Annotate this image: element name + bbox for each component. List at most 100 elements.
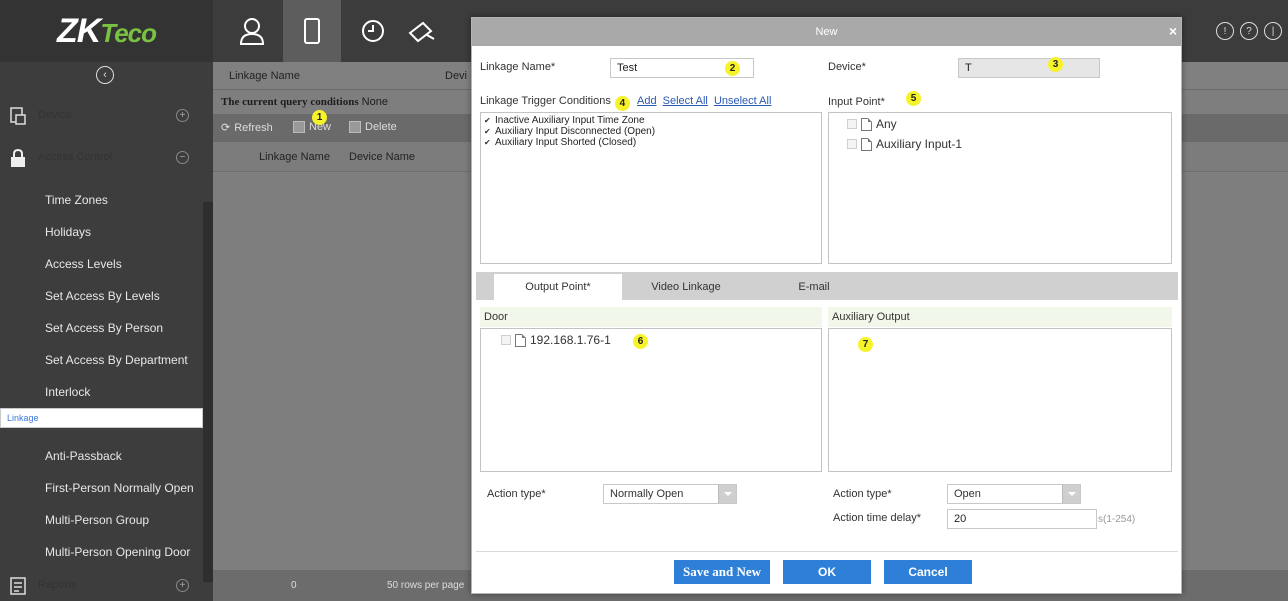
close-icon[interactable]: × [1169,24,1177,38]
sidebar-item-multi-person-opening-door[interactable]: Multi-Person Opening Door [0,536,203,568]
collapse-sidebar-icon[interactable]: ‹ [96,66,114,84]
sidebar-item-set-access-by-levels[interactable]: Set Access By Levels [0,280,203,312]
badge-4: 4 [614,96,630,111]
sidebar-item-linkage[interactable]: Linkage [0,408,203,428]
save-and-new-button[interactable]: Save and New [674,560,770,584]
door-icon[interactable] [283,0,341,62]
sidebar-item-interlock[interactable]: Interlock [0,376,203,408]
sidebar-reports-label: Reports [38,579,77,591]
sidebar-item-multi-person-group[interactable]: Multi-Person Group [0,504,203,536]
door-action-type-select[interactable]: Normally Open [603,484,737,504]
add-link[interactable]: Add [637,95,657,107]
new-button[interactable]: New [293,121,331,133]
info-icon[interactable]: ! [1216,22,1234,40]
unselect-all-link[interactable]: Unselect All [714,95,771,107]
power-icon[interactable]: | [1264,22,1282,40]
query-linkage-name-label: Linkage Name [229,70,300,82]
cancel-button[interactable]: Cancel [884,560,972,584]
check-icon: ✔ [484,115,491,125]
tree-checkbox[interactable] [847,119,857,129]
ok-button[interactable]: OK [783,560,871,584]
new-linkage-dialog: New × Linkage Name* Test 2 Device* T 3 L… [471,17,1182,594]
badge-2: 2 [725,61,740,76]
action-time-delay-range: s(1-254) [1098,514,1136,525]
badge-7: 7 [858,337,873,352]
check-icon: ✔ [484,126,491,136]
sidebar-scrollbar[interactable] [203,202,213,582]
trigger-item[interactable]: ✔ Auxiliary Input Disconnected (Open) [484,126,821,137]
door-tree: 192.168.1.76-1 6 [480,328,822,472]
sidebar-item-time-zones[interactable]: Time Zones [0,184,203,216]
trigger-conditions-list: ✔ Inactive Auxiliary Input Time Zone ✔ Aux… [480,112,822,264]
sidebar-item-access-levels[interactable]: Access Levels [0,248,203,280]
dialog-divider [476,551,1178,552]
tab-email[interactable]: E-mail [750,274,878,300]
query-conditions: The current query conditions None [221,96,388,108]
sidebar-item-first-person-normally-open[interactable]: First-Person Normally Open [0,472,203,504]
aux-output-tree: 7 [828,328,1172,472]
device-field[interactable]: T [958,58,1100,78]
person-icon[interactable] [235,14,269,48]
chevron-down-icon[interactable] [718,485,736,503]
sidebar-item-anti-passback[interactable]: Anti-Passback [0,440,203,472]
expand-icon[interactable]: + [176,109,189,122]
delete-icon [349,121,361,133]
output-tabs: Output Point* Video Linkage E-mail [476,272,1178,300]
expand-icon[interactable]: + [176,579,189,592]
clock-icon[interactable] [356,14,390,48]
badge-1: 1 [312,110,327,125]
chevron-down-icon[interactable] [1062,485,1080,503]
input-point-aux-1-label: Auxiliary Input-1 [876,137,963,151]
input-point-aux-1[interactable]: Auxiliary Input-1 [847,137,962,151]
device-label: Device* [828,61,866,73]
aux-action-type-select[interactable]: Open [947,484,1081,504]
door-item-label: 192.168.1.76-1 [530,333,611,347]
logo-sub: Teco [100,17,157,48]
tree-checkbox[interactable] [847,139,857,149]
aux-output-label: Auxiliary Output [828,307,1172,327]
logo-main: ZK [56,11,101,50]
input-point-any-label: Any [876,117,897,131]
new-icon [293,121,305,133]
sidebar-section-reports[interactable]: Reports + [0,570,203,601]
input-point-tree: Any Auxiliary Input-1 [828,112,1172,264]
trigger-item-label: Auxiliary Input Shorted (Closed) [495,137,637,148]
delete-button[interactable]: Delete [349,121,397,133]
query-device-label: Devi [445,70,468,82]
sidebar-access-label: Access Control [38,151,112,163]
app-logo: ZKTeco [0,0,213,62]
aux-action-value: Open [954,488,981,500]
sidebar-section-access-control[interactable]: Access Control − [0,142,203,174]
action-time-delay-input[interactable]: 20 [947,509,1097,529]
sidebar-item-set-access-by-department[interactable]: Set Access By Department [0,344,203,376]
input-point-label: Input Point* [828,96,885,108]
sidebar-section-device[interactable]: Device + [0,100,203,132]
door-action-value: Normally Open [610,488,684,500]
trigger-item-label: Auxiliary Input Disconnected (Open) [495,126,656,137]
door-item[interactable]: 192.168.1.76-1 [501,333,611,347]
tab-video-linkage[interactable]: Video Linkage [622,274,750,300]
tree-checkbox[interactable] [501,335,511,345]
collapse-icon[interactable]: − [176,151,189,164]
refresh-icon: ⟳ [221,122,231,134]
column-linkage-name[interactable]: Linkage Name [259,151,330,163]
sidebar-item-set-access-by-person[interactable]: Set Access By Person [0,312,203,344]
trigger-item[interactable]: ✔ Inactive Auxiliary Input Time Zone [484,115,821,126]
tab-output-point[interactable]: Output Point* [494,274,622,300]
camera-icon[interactable] [405,14,439,48]
refresh-button[interactable]: ⟳ Refresh [221,121,273,135]
sidebar-item-holidays[interactable]: Holidays [0,216,203,248]
select-all-link[interactable]: Select All [663,95,708,107]
trigger-conditions-label: Linkage Trigger Conditions [480,95,611,107]
dialog-title-bar: New × [472,18,1181,46]
page-number: 0 [291,580,297,591]
refresh-label: Refresh [234,121,273,134]
trigger-item-label: Inactive Auxiliary Input Time Zone [495,115,645,126]
input-point-any[interactable]: Any [847,117,897,131]
help-icon[interactable]: ? [1240,22,1258,40]
trigger-item[interactable]: ✔ Auxiliary Input Shorted (Closed) [484,137,821,148]
action-time-delay-label: Action time delay* [833,512,922,524]
query-conditions-label: The current query conditions [221,96,359,108]
rows-per-page-select[interactable]: 50 rows per page [387,580,464,591]
column-device-name[interactable]: Device Name [349,151,415,163]
